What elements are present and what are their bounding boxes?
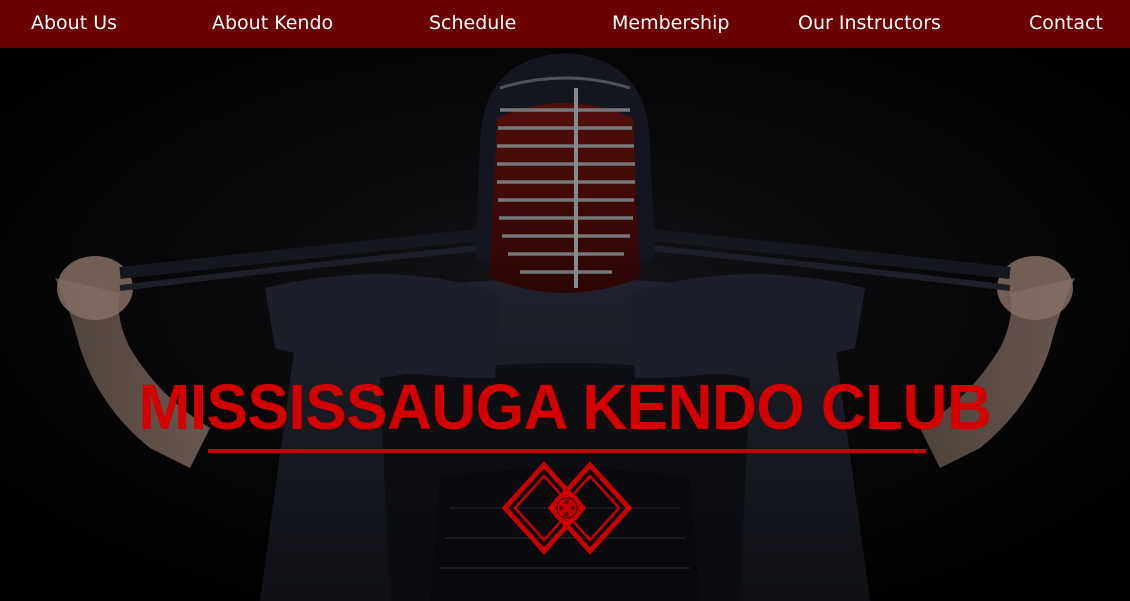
page: About Us About Kendo Schedule Membership…: [0, 0, 1130, 601]
top-navigation-bar: About Us About Kendo Schedule Membership…: [0, 0, 1130, 48]
nav-membership-link[interactable]: Membership: [612, 0, 729, 46]
title-underline: [208, 449, 926, 453]
nav-about-us-link[interactable]: About Us: [31, 0, 117, 46]
hero-title: MISSISSAUGA KENDO CLUB: [138, 371, 992, 443]
nav-schedule-link[interactable]: Schedule: [429, 0, 516, 46]
nav-contact-link[interactable]: Contact: [1029, 0, 1103, 46]
nav-about-kendo-link[interactable]: About Kendo: [212, 0, 333, 46]
diamond-crest-icon: [501, 461, 633, 555]
nav-our-instructors-link[interactable]: Our Instructors: [798, 0, 941, 46]
